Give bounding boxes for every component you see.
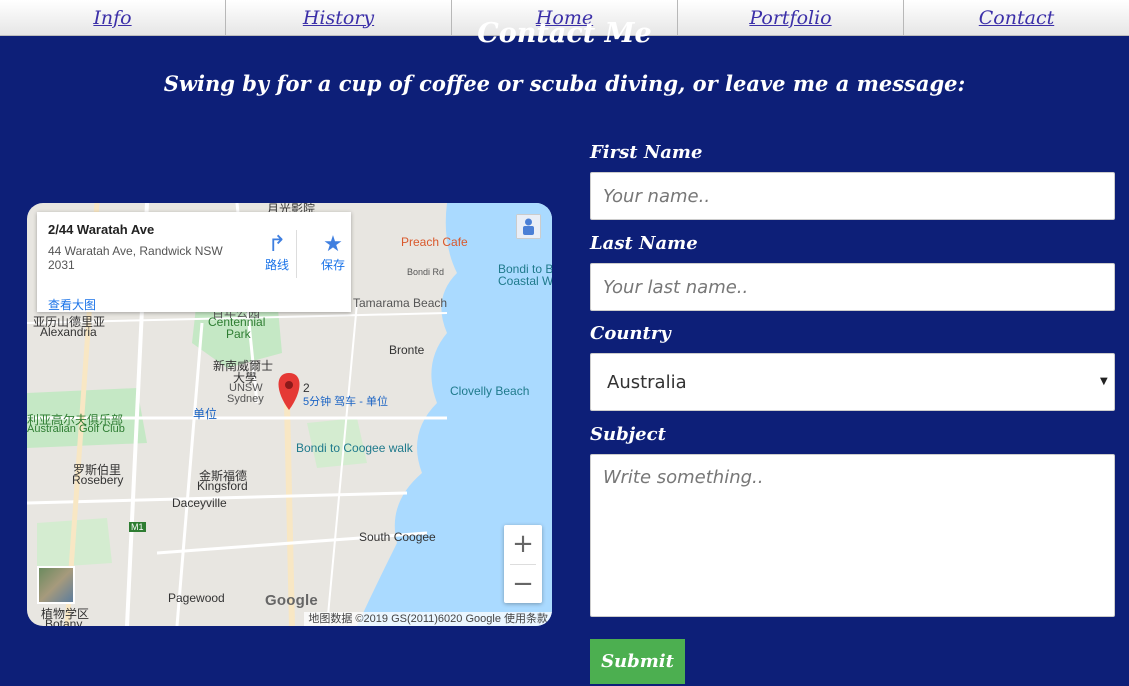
map-label-rosebery: Rosebery xyxy=(72,473,124,487)
page-tagline: Swing by for a cup of coffee or scuba di… xyxy=(163,71,966,96)
view-larger-map-link[interactable]: 查看大图 xyxy=(48,296,96,313)
map-label-golf: Australian Golf Club xyxy=(27,423,125,435)
country-label: Country xyxy=(590,323,671,344)
map-label-bondi-coastal-2: Coastal W xyxy=(498,274,552,288)
map-label-transit: 5分钟 驾车 - 单位 xyxy=(303,396,388,408)
subject-textarea[interactable] xyxy=(590,454,1115,617)
map-label-daceyville: Daceyville xyxy=(172,496,227,510)
last-name-input[interactable] xyxy=(590,263,1115,311)
save-place-label: 保存 xyxy=(320,258,345,272)
map-info-card: 2/44 Waratah Ave 44 Waratah Ave, Randwic… xyxy=(37,212,351,312)
directions-icon: ↱ xyxy=(267,231,287,256)
map-label-unsw-2: Sydney xyxy=(227,393,264,405)
first-name-label: First Name xyxy=(590,142,703,163)
map-label-unit: 单位 xyxy=(193,407,218,421)
subject-label: Subject xyxy=(590,424,666,445)
map-label-kingsford: Kingsford xyxy=(197,479,248,493)
star-icon: ★ xyxy=(323,231,343,256)
map-zoom-controls: + − xyxy=(504,525,542,603)
map-label-tamarama: Tamarama Beach xyxy=(353,296,448,310)
zoom-in-button[interactable]: + xyxy=(504,525,542,563)
info-card-address: 44 Waratah Ave, Randwick NSW 2031 xyxy=(48,244,223,272)
map-label-pagewood: Pagewood xyxy=(168,591,225,605)
map-label-alexandria: Alexandria xyxy=(40,325,97,339)
google-map[interactable]: 月光影院 Preach Cafe Bondi to B Coastal W Bo… xyxy=(27,203,552,626)
first-name-input[interactable] xyxy=(590,172,1115,220)
info-card-divider xyxy=(296,230,297,278)
map-label-clovelly: Clovelly Beach xyxy=(450,384,530,398)
map-label-m1: M1 xyxy=(129,522,146,532)
map-label-south-coogee: South Coogee xyxy=(359,530,436,544)
map-label-bondi-rd: Bondi Rd xyxy=(407,267,445,277)
satellite-toggle-button[interactable] xyxy=(37,566,75,604)
map-label-bronte: Bronte xyxy=(389,343,425,357)
directions-label: 路线 xyxy=(264,258,289,272)
page-title: Contact Me xyxy=(477,18,652,49)
info-card-title: 2/44 Waratah Ave xyxy=(48,222,155,237)
chevron-down-icon: ▼ xyxy=(1100,376,1108,387)
map-label-coogee-walk: Bondi to Coogee walk xyxy=(296,441,413,455)
map-label-preach-cafe: Preach Cafe xyxy=(401,235,468,249)
street-view-pegman-icon[interactable] xyxy=(516,214,541,239)
country-select[interactable]: Australia xyxy=(590,353,1115,411)
zoom-out-button[interactable]: − xyxy=(504,565,542,603)
map-attribution: 地图数据 ©2019 GS(2011)6020 Google 使用条款 xyxy=(304,612,552,626)
google-logo: Google xyxy=(265,592,318,609)
save-place-button[interactable]: ★ 保存 xyxy=(313,232,353,273)
directions-button[interactable]: ↱ 路线 xyxy=(257,232,297,273)
pegman-glyph xyxy=(517,215,540,238)
last-name-label: Last Name xyxy=(590,233,698,254)
map-label-botany: Botany xyxy=(45,617,83,626)
submit-button[interactable]: Submit xyxy=(590,639,685,684)
map-label-centennial-park: Park xyxy=(226,327,251,341)
